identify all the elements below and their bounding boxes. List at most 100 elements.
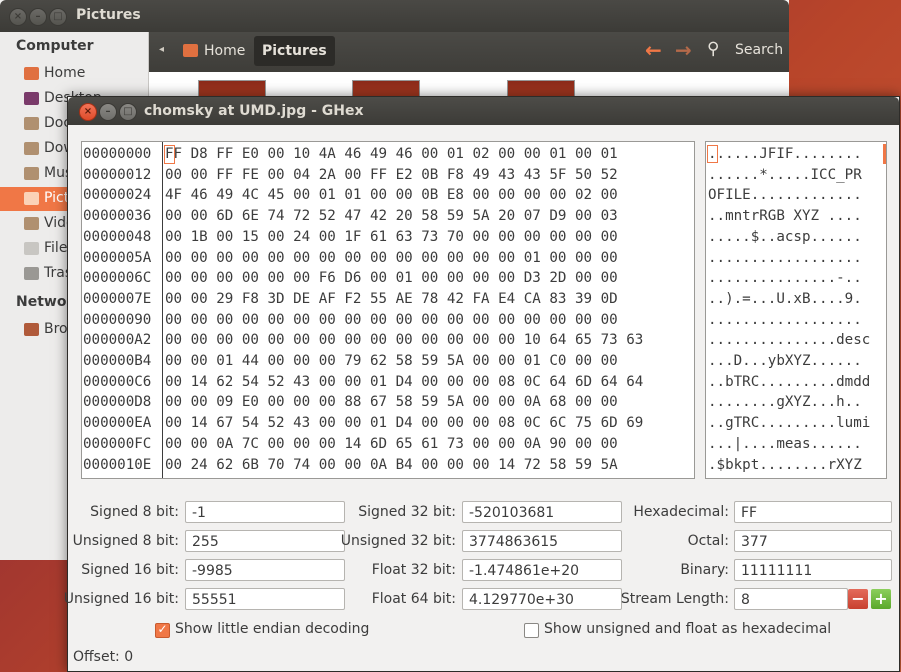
crumb-scroll-left-icon[interactable]: ◂ <box>159 44 164 55</box>
row-offset: 00000000 <box>83 146 152 162</box>
downloads-folder-icon <box>24 142 39 155</box>
ascii-row[interactable]: ..mntrRGB XYZ .... <box>708 206 862 227</box>
file-manager-titlebar: × – □ Pictures <box>0 0 789 32</box>
row-offset: 000000FC <box>83 435 152 452</box>
signed8-field[interactable]: -1 <box>185 501 345 523</box>
row-hex-bytes[interactable]: 00 00 09 E0 00 00 00 88 67 58 59 5A 00 0… <box>165 392 618 413</box>
fm-close-button[interactable]: × <box>9 8 27 26</box>
hex-view[interactable]: 00000000 FF D8 FF E0 00 10 4A 46 49 46 00… <box>81 141 695 479</box>
breadcrumb-home[interactable]: Home <box>183 36 245 66</box>
ascii-row[interactable]: ........gXYZ...h.. <box>708 392 862 413</box>
little-endian-checkbox[interactable]: ✓ <box>155 622 170 638</box>
ascii-row[interactable]: ..bTRC.........dmdd <box>708 372 870 393</box>
row-hex-bytes[interactable]: 00 00 00 00 00 00 F6 D6 00 01 00 00 00 0… <box>165 268 618 289</box>
forward-arrow-icon[interactable]: → <box>675 38 692 62</box>
row-offset: 0000006C <box>83 270 152 287</box>
ascii-row[interactable]: ..gTRC.........lumi <box>708 413 870 434</box>
float64-field[interactable]: 4.129770e+30 <box>462 588 622 610</box>
row-offset: 0000007E <box>83 290 152 307</box>
ascii-row[interactable]: .....$..acsp...... <box>708 227 862 248</box>
row-hex-bytes[interactable]: 00 00 6D 6E 74 72 52 47 42 20 58 59 5A 2… <box>165 206 618 227</box>
sidebar-heading-computer: Computer <box>16 38 94 54</box>
documents-folder-icon <box>24 117 39 130</box>
row-hex-bytes[interactable]: 00 00 29 F8 3D DE AF F2 55 AE 78 42 FA E… <box>165 289 618 310</box>
row-offset: 0000005A <box>83 249 152 266</box>
breadcrumb-home-label: Home <box>204 43 246 59</box>
ascii-row[interactable]: .................. <box>708 248 862 269</box>
signed16-field[interactable]: -9985 <box>185 559 345 581</box>
signed8-label: Signed 8 bit: <box>90 504 179 520</box>
search-button-label[interactable]: Search <box>735 42 783 58</box>
ascii-row[interactable]: ...|....meas...... <box>708 434 862 455</box>
row-hex-bytes[interactable]: 00 00 00 00 00 00 00 00 00 00 00 00 00 0… <box>165 330 643 351</box>
row-hex-bytes[interactable]: 00 00 00 00 00 00 00 00 00 00 00 00 00 0… <box>165 248 618 269</box>
hexadecimal-label: Hexadecimal: <box>633 504 729 520</box>
unsigned-hex-checkbox[interactable] <box>524 623 539 638</box>
row-hex-bytes[interactable]: 00 00 00 00 00 00 00 00 00 00 00 00 00 0… <box>165 310 618 331</box>
ghex-window: × – □ chomsky at UMD.jpg - GHex 00000000… <box>63 96 900 672</box>
row-hex-bytes[interactable]: 4F 46 49 4C 45 00 01 01 00 00 0B E8 00 0… <box>165 185 618 206</box>
ascii-row[interactable]: OFILE............. <box>708 185 862 206</box>
row-hex-bytes[interactable]: 00 00 FF FE 00 04 2A 00 FF E2 0B F8 49 4… <box>165 165 618 186</box>
row-hex-bytes[interactable]: 00 00 01 44 00 00 00 79 62 58 59 5A 00 0… <box>165 351 618 372</box>
octal-label: Octal: <box>687 533 729 549</box>
ascii-row[interactable]: ...D...ybXYZ...... <box>708 351 862 372</box>
home-folder-icon <box>24 67 39 80</box>
ascii-row[interactable]: ......JFIF........ <box>708 144 862 165</box>
ascii-scrollbar[interactable] <box>883 144 886 164</box>
search-icon[interactable]: ⚲ <box>707 39 719 59</box>
row-offset: 00000036 <box>83 208 152 225</box>
row-hex-bytes[interactable]: 00 14 67 54 52 43 00 00 01 D4 00 00 00 0… <box>165 413 643 434</box>
little-endian-label[interactable]: Show little endian decoding <box>175 621 369 637</box>
row-hex-bytes[interactable]: FF D8 FF E0 00 10 4A 46 49 46 00 01 02 0… <box>165 144 618 165</box>
sidebar-item-home[interactable]: Home <box>0 62 148 86</box>
ascii-row[interactable]: ...............-.. <box>708 268 862 289</box>
minus-icon: − <box>851 589 865 608</box>
ascii-row[interactable]: .................. <box>708 310 862 331</box>
row-offset: 0000010E <box>83 456 152 473</box>
stream-length-decrease-button[interactable]: − <box>848 589 868 609</box>
hexadecimal-field[interactable]: FF <box>734 501 892 523</box>
row-hex-bytes[interactable]: 00 14 62 54 52 43 00 00 01 D4 00 00 00 0… <box>165 372 643 393</box>
signed32-field[interactable]: -520103681 <box>462 501 622 523</box>
signed32-label: Signed 32 bit: <box>358 504 456 520</box>
ascii-row[interactable]: .$bkpt........rXYZ <box>708 455 862 476</box>
unsigned16-label: Unsigned 16 bit: <box>63 591 179 607</box>
ghex-title: chomsky at UMD.jpg - GHex <box>144 103 364 119</box>
row-offset: 000000C6 <box>83 373 152 390</box>
row-offset: 000000B4 <box>83 353 152 369</box>
stream-length-label: Stream Length: <box>620 591 729 607</box>
ascii-row[interactable]: ...............desc <box>708 330 870 351</box>
network-icon <box>24 323 39 336</box>
binary-field[interactable]: 11111111 <box>734 559 892 581</box>
back-arrow-icon[interactable]: ← <box>645 38 662 62</box>
row-hex-bytes[interactable]: 00 1B 00 15 00 24 00 1F 61 63 73 70 00 0… <box>165 227 618 248</box>
row-hex-bytes[interactable]: 00 00 0A 7C 00 00 00 14 6D 65 61 73 00 0… <box>165 434 618 455</box>
stream-length-increase-button[interactable]: + <box>871 589 891 609</box>
float32-field[interactable]: -1.474861e+20 <box>462 559 622 581</box>
unsigned16-field[interactable]: 55551 <box>185 588 345 610</box>
ascii-view[interactable]: ......JFIF........ ......*.....ICC_PR OFIL… <box>705 141 887 479</box>
octal-field[interactable]: 377 <box>734 530 892 552</box>
ghex-close-button[interactable]: × <box>79 103 97 121</box>
ghex-minimize-button[interactable]: – <box>99 103 117 121</box>
ascii-row[interactable]: ..).=...U.xB....9. <box>708 289 862 310</box>
offset-divider <box>162 142 163 478</box>
unsigned-hex-label[interactable]: Show unsigned and float as hexadecimal <box>544 621 831 637</box>
filesystem-icon <box>24 242 39 255</box>
row-hex-bytes[interactable]: 00 24 62 6B 70 74 00 00 0A B4 00 00 00 1… <box>165 455 618 476</box>
fm-minimize-button[interactable]: – <box>29 8 47 26</box>
videos-folder-icon <box>24 217 39 230</box>
stream-length-field[interactable]: 8 <box>734 588 848 610</box>
breadcrumb-pictures[interactable]: Pictures <box>254 36 335 66</box>
unsigned32-field[interactable]: 3774863615 <box>462 530 622 552</box>
row-offset: 00000012 <box>83 166 152 183</box>
row-offset: 000000EA <box>83 415 152 432</box>
unsigned8-field[interactable]: 255 <box>185 530 345 552</box>
music-folder-icon <box>24 167 39 180</box>
binary-label: Binary: <box>680 562 729 578</box>
plus-icon: + <box>874 589 888 608</box>
ascii-row[interactable]: ......*.....ICC_PR <box>708 165 862 186</box>
fm-maximize-button[interactable]: □ <box>49 8 67 26</box>
ghex-maximize-button[interactable]: □ <box>119 103 137 121</box>
